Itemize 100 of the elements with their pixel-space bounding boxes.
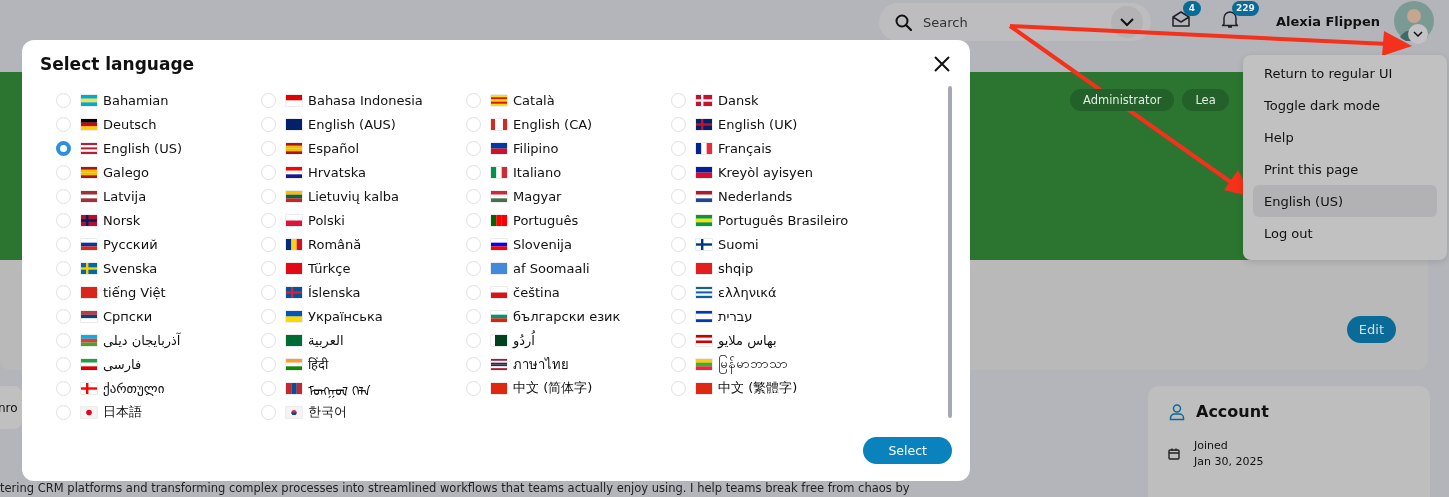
count-badge: 229: [1232, 1, 1259, 16]
scrollbar[interactable]: [948, 86, 952, 418]
edit-button[interactable]: Edit: [1346, 316, 1396, 343]
flag-icon: [491, 382, 507, 394]
language-option[interactable]: Dansk: [671, 88, 876, 112]
language-option[interactable]: Русский: [56, 232, 261, 256]
flag-icon: [491, 190, 507, 202]
radio-button[interactable]: [56, 140, 71, 156]
flag-icon: [286, 382, 302, 394]
language-option[interactable]: हिंदी: [261, 352, 466, 376]
language-option[interactable]: Kreyòl ayisyen: [671, 160, 876, 184]
chevron-down-icon[interactable]: [1120, 17, 1134, 27]
flag-icon: [491, 262, 507, 274]
flag-icon: [491, 142, 507, 154]
language-option[interactable]: Italiano: [466, 160, 671, 184]
language-option[interactable]: tiếng Việt: [56, 280, 261, 304]
language-option[interactable]: עברית: [671, 304, 876, 328]
card-title: Account: [1196, 402, 1269, 421]
language-option[interactable]: Română: [261, 232, 466, 256]
language-option[interactable]: ελληνικά: [671, 280, 876, 304]
language-option[interactable]: 한국어: [261, 400, 466, 424]
select-button[interactable]: Select: [863, 437, 952, 464]
language-option[interactable]: ภาษาไทย: [466, 352, 671, 376]
menu-item[interactable]: Return to regular UI: [1253, 57, 1437, 89]
language-option[interactable]: Bahamian: [56, 88, 261, 112]
language-option[interactable]: Latvija: [56, 184, 261, 208]
language-option[interactable]: български език: [466, 304, 671, 328]
language-option[interactable]: Українська: [261, 304, 466, 328]
flag-icon: [696, 358, 712, 370]
menu-item[interactable]: Log out: [1253, 217, 1437, 249]
flag-icon: [286, 310, 302, 322]
flag-icon: [81, 286, 97, 298]
language-option[interactable]: Filipino: [466, 136, 671, 160]
language-option[interactable]: af Soomaali: [466, 256, 671, 280]
language-option[interactable]: Íslenska: [261, 280, 466, 304]
language-option[interactable]: فارسی: [56, 352, 261, 376]
flag-icon: [696, 166, 712, 178]
language-option[interactable]: Português: [466, 208, 671, 232]
language-option[interactable]: Türkçe: [261, 256, 466, 280]
language-option[interactable]: 中文 (简体字): [466, 376, 671, 400]
flag-icon: [696, 382, 712, 394]
language-option[interactable]: Português Brasileiro: [671, 208, 876, 232]
language-option[interactable]: Bahasa Indonesia: [261, 88, 466, 112]
language-option[interactable]: မြန်မာဘာသာ: [671, 352, 876, 376]
flag-icon: [286, 286, 302, 298]
language-option[interactable]: آذربایجان دیلی: [56, 328, 261, 352]
language-option[interactable]: shqip: [671, 256, 876, 280]
language-option[interactable]: Suomi: [671, 232, 876, 256]
language-option[interactable]: 中文 (繁體字): [671, 376, 876, 400]
language-option[interactable]: 日本語: [56, 400, 261, 424]
language-option[interactable]: English (UK): [671, 112, 876, 136]
flag-icon: [81, 118, 97, 130]
menu-item[interactable]: Toggle dark mode: [1253, 89, 1437, 121]
flag-icon: [286, 358, 302, 370]
language-option[interactable]: English (CA): [466, 112, 671, 136]
flag-icon: [286, 334, 302, 346]
language-option[interactable]: Slovenija: [466, 232, 671, 256]
language-option[interactable]: Galego: [56, 160, 261, 184]
flag-icon: [286, 238, 302, 250]
flag-icon: [81, 166, 97, 178]
language-option[interactable]: Српски: [56, 304, 261, 328]
count-badge: 4: [1183, 1, 1201, 16]
flag-icon: [696, 94, 712, 106]
language-option[interactable]: Magyar: [466, 184, 671, 208]
flag-icon: [81, 262, 97, 274]
flag-icon: [491, 358, 507, 370]
flag-icon: [491, 94, 507, 106]
language-option[interactable]: Lietuvių kalba: [261, 184, 466, 208]
language-option[interactable]: Polski: [261, 208, 466, 232]
language-option[interactable]: Svenska: [56, 256, 261, 280]
language-option[interactable]: English (US): [56, 136, 261, 160]
language-option[interactable]: العربية: [261, 328, 466, 352]
language-option[interactable]: čeština: [466, 280, 671, 304]
language-option[interactable]: Deutsch: [56, 112, 261, 136]
language-option[interactable]: Español: [261, 136, 466, 160]
flag-icon: [286, 262, 302, 274]
language-option[interactable]: Norsk: [56, 208, 261, 232]
flag-icon: [81, 406, 97, 418]
language-option[interactable]: ქართული: [56, 376, 261, 400]
bio-text: tering CRM platforms and transforming complex processes into streamlined workflows that teams actually enjoy using. I help teams break free from chaos by: [0, 482, 911, 495]
language-option[interactable]: English (AUS): [261, 112, 466, 136]
envelope-icon[interactable]: [1171, 9, 1191, 29]
language-option[interactable]: بهاس ملايو: [671, 328, 876, 352]
menu-item[interactable]: English (US): [1253, 185, 1437, 217]
language-option[interactable]: اُردُو: [466, 328, 671, 352]
language-option[interactable]: Nederlands: [671, 184, 876, 208]
flag-icon: [696, 262, 712, 274]
language-option[interactable]: Hrvatska: [261, 160, 466, 184]
flag-icon: [491, 214, 507, 226]
menu-item[interactable]: Help: [1253, 121, 1437, 153]
close-icon: [932, 54, 952, 74]
language-option[interactable]: Català: [466, 88, 671, 112]
language-option[interactable]: Français: [671, 136, 876, 160]
close-button[interactable]: [932, 54, 952, 74]
bell-icon[interactable]: [1220, 9, 1240, 29]
flag-icon: [696, 334, 712, 346]
language-option[interactable]: ᠮᠣᠩᠭᠣᠯ ᠬᠡᠯᠡ: [261, 376, 466, 400]
chevron-down-icon[interactable]: [1413, 31, 1423, 37]
flag-icon: [81, 94, 97, 106]
menu-item[interactable]: Print this page: [1253, 153, 1437, 185]
